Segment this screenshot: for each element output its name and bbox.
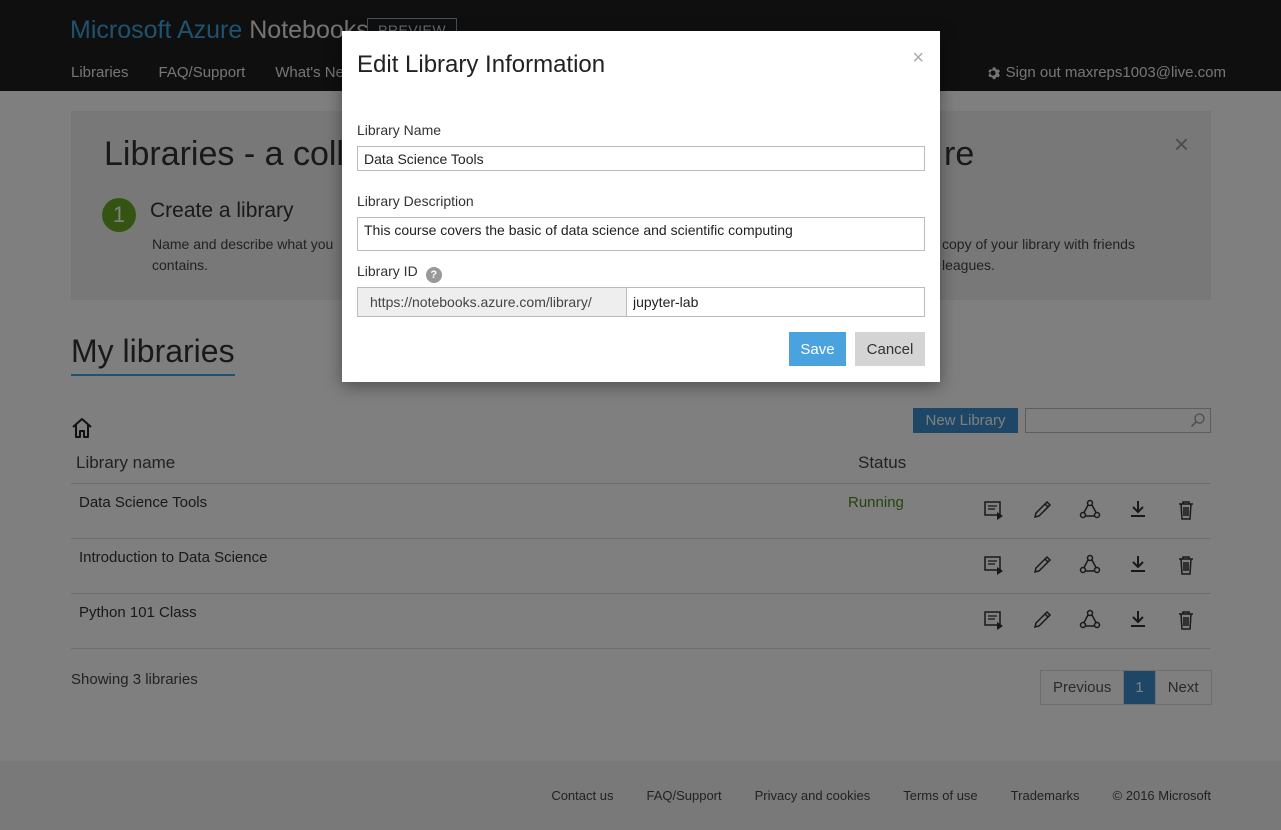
library-id-label-text: Library ID xyxy=(357,263,418,279)
library-name-input[interactable] xyxy=(357,146,925,171)
library-description-input[interactable]: This course covers the basic of data sci… xyxy=(357,217,925,251)
library-url-prefix: https://notebooks.azure.com/library/ xyxy=(357,287,627,317)
save-button[interactable]: Save xyxy=(789,332,846,366)
library-description-label: Library Description xyxy=(357,193,474,209)
cancel-button[interactable]: Cancel xyxy=(855,332,925,366)
library-id-label: Library ID? xyxy=(357,263,442,283)
help-icon[interactable]: ? xyxy=(425,267,442,283)
library-id-input[interactable] xyxy=(626,287,925,317)
library-name-label: Library Name xyxy=(357,122,442,138)
dialog-title: Edit Library Information xyxy=(357,51,606,78)
dialog-close-icon[interactable]: × xyxy=(912,47,924,70)
edit-library-dialog: Edit Library Information × Library Name … xyxy=(342,31,940,382)
